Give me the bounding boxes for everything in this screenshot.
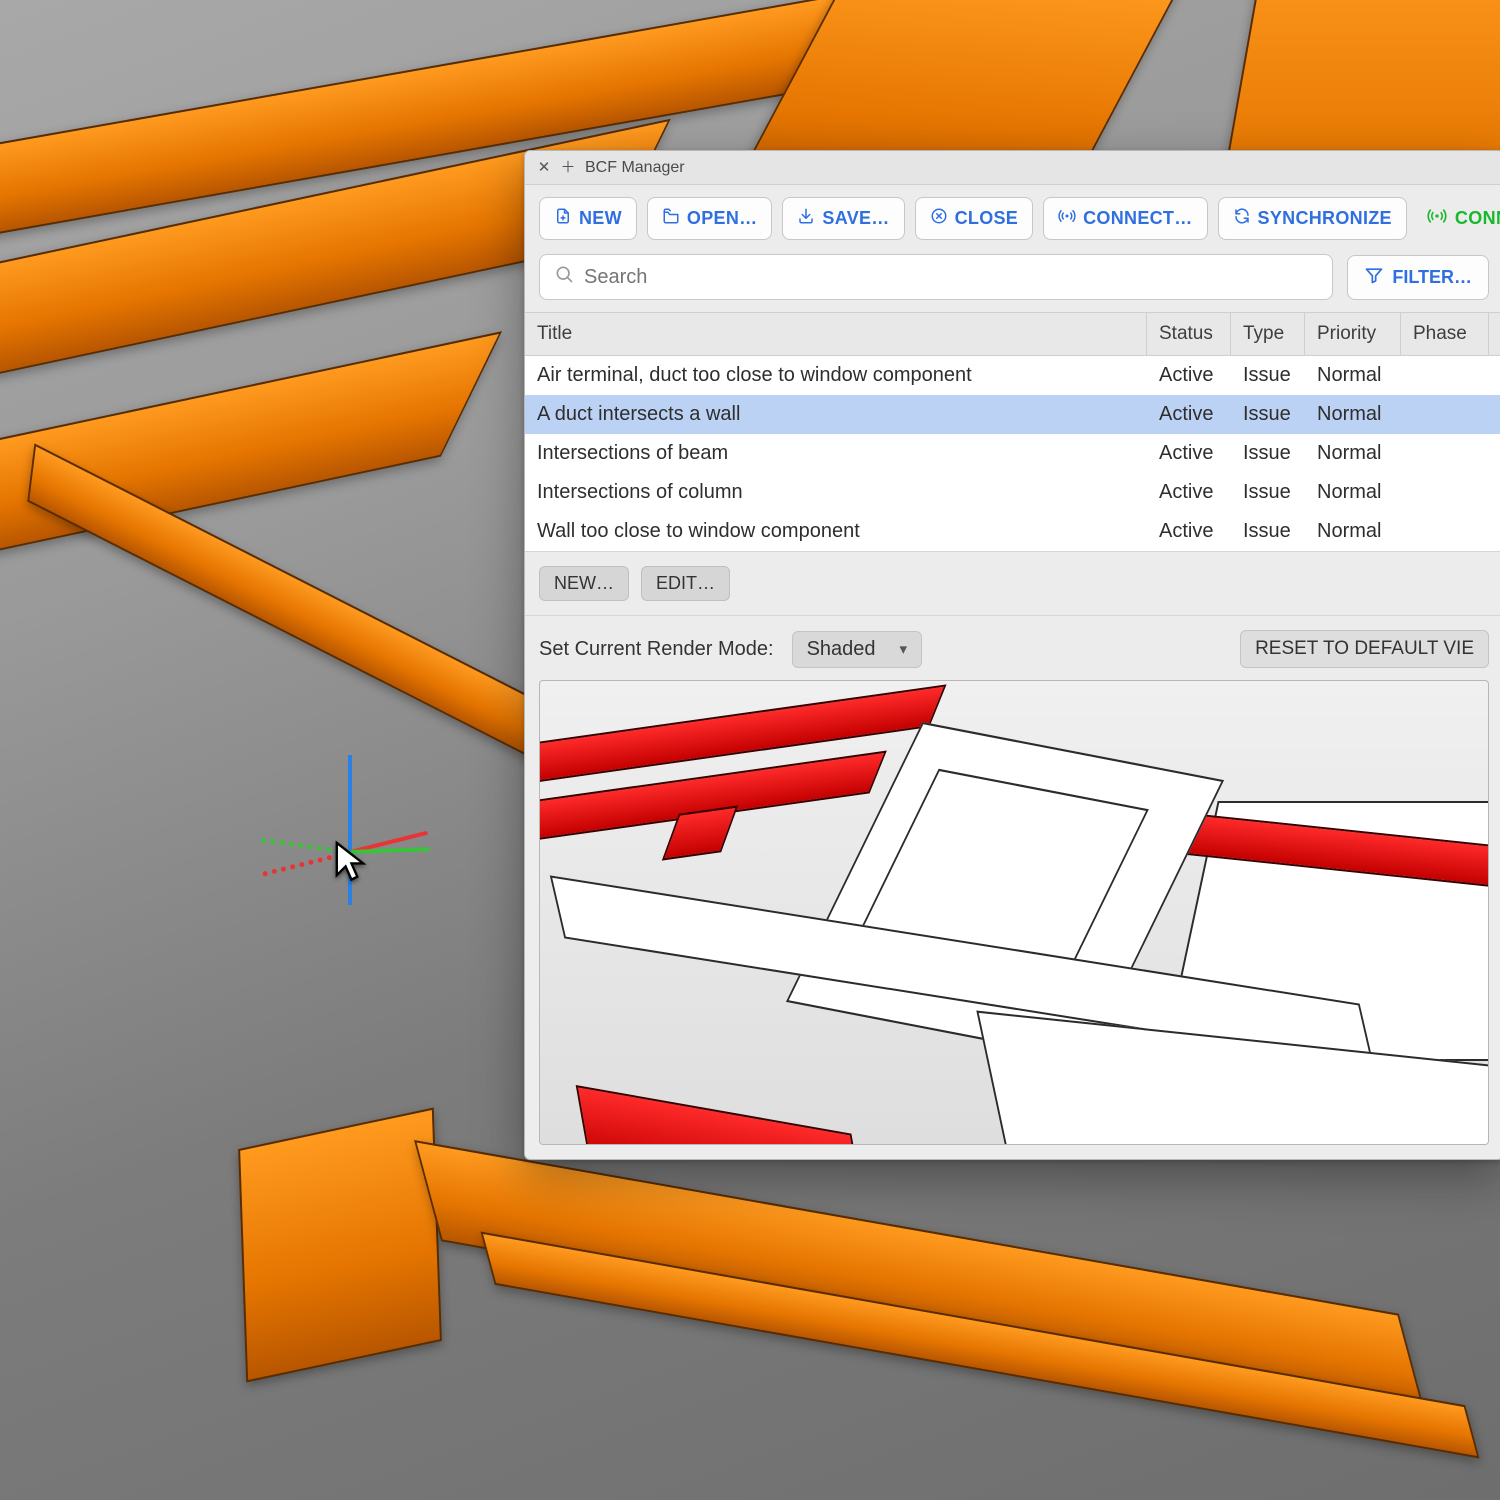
col-title[interactable]: Title bbox=[525, 313, 1147, 355]
col-phase[interactable]: Phase bbox=[1401, 313, 1489, 355]
table-row[interactable]: Intersections of beamActiveIssueNormal 20… bbox=[525, 434, 1500, 473]
search-field[interactable] bbox=[539, 254, 1333, 300]
connect-button[interactable]: CONNECT… bbox=[1043, 197, 1207, 240]
axis-gizmo[interactable] bbox=[280, 780, 420, 920]
connection-status-label: CONNECTED bbox=[1455, 208, 1500, 229]
col-type[interactable]: Type bbox=[1231, 313, 1305, 355]
table-row[interactable]: A duct intersects a wallActiveIssueNorma… bbox=[525, 395, 1500, 434]
close-button[interactable]: CLOSE bbox=[915, 197, 1034, 240]
window-titlebar[interactable]: ✕ ＋ BCF Manager bbox=[525, 151, 1500, 185]
cell-title: Intersections of column bbox=[525, 473, 1147, 512]
cell-priority: Normal bbox=[1305, 473, 1401, 512]
col-priority[interactable]: Priority bbox=[1305, 313, 1401, 355]
connect-button-label: CONNECT… bbox=[1083, 208, 1192, 229]
folder-open-icon bbox=[662, 207, 680, 230]
table-row[interactable]: Intersections of columnActiveIssueNormal… bbox=[525, 473, 1500, 512]
file-plus-icon bbox=[554, 207, 572, 230]
cell-phase bbox=[1401, 485, 1489, 501]
main-toolbar: NEW OPEN… SAVE… CLOSE bbox=[525, 185, 1500, 250]
connection-status: CONNECTED bbox=[1425, 197, 1500, 240]
save-button[interactable]: SAVE… bbox=[782, 197, 904, 240]
add-window-icon[interactable]: ＋ bbox=[561, 161, 575, 175]
render-mode-select[interactable]: Shaded ▾ bbox=[792, 631, 923, 668]
bcf-manager-window: ✕ ＋ BCF Manager NEW OPEN… SAVE… bbox=[524, 150, 1500, 1160]
broadcast-icon bbox=[1058, 207, 1076, 230]
cell-type: Issue bbox=[1231, 395, 1305, 434]
new-button-label: NEW bbox=[579, 208, 622, 229]
table-header: Title Status Type Priority Phase Creatio bbox=[525, 313, 1500, 356]
cell-type: Issue bbox=[1231, 434, 1305, 473]
cell-status: Active bbox=[1147, 434, 1231, 473]
cell-phase bbox=[1401, 407, 1489, 423]
new-button[interactable]: NEW bbox=[539, 197, 637, 240]
render-mode-label: Set Current Render Mode: bbox=[539, 638, 774, 661]
filter-button[interactable]: FILTER… bbox=[1347, 255, 1489, 300]
cell-type: Issue bbox=[1231, 473, 1305, 512]
filter-icon bbox=[1364, 265, 1384, 290]
edit-issue-button[interactable]: EDIT… bbox=[641, 566, 730, 601]
cell-creation: 2022- bbox=[1489, 356, 1500, 395]
synchronize-button[interactable]: SYNCHRONIZE bbox=[1218, 197, 1407, 240]
cell-type: Issue bbox=[1231, 512, 1305, 551]
save-button-label: SAVE… bbox=[822, 208, 889, 229]
cell-creation: 2022- bbox=[1489, 434, 1500, 473]
cell-priority: Normal bbox=[1305, 434, 1401, 473]
window-title: BCF Manager bbox=[585, 159, 685, 177]
open-button-label: OPEN… bbox=[687, 208, 758, 229]
table-row[interactable]: Air terminal, duct too close to window c… bbox=[525, 356, 1500, 395]
cell-title: A duct intersects a wall bbox=[525, 395, 1147, 434]
cell-phase bbox=[1401, 368, 1489, 384]
cell-title: Wall too close to window component bbox=[525, 512, 1147, 551]
cursor-icon bbox=[332, 840, 368, 889]
close-circle-icon bbox=[930, 207, 948, 230]
cell-status: Active bbox=[1147, 356, 1231, 395]
cell-creation: 2022- bbox=[1489, 473, 1500, 512]
search-icon bbox=[554, 264, 574, 290]
reset-view-button[interactable]: RESET TO DEFAULT VIE bbox=[1240, 630, 1489, 668]
search-input[interactable] bbox=[584, 266, 1318, 289]
cell-phase bbox=[1401, 524, 1489, 540]
issues-table: Title Status Type Priority Phase Creatio… bbox=[525, 313, 1500, 551]
cell-type: Issue bbox=[1231, 356, 1305, 395]
close-window-icon[interactable]: ✕ bbox=[537, 161, 551, 175]
cell-status: Active bbox=[1147, 395, 1231, 434]
issue-preview-viewport[interactable] bbox=[539, 680, 1489, 1145]
cell-phase bbox=[1401, 446, 1489, 462]
cell-priority: Normal bbox=[1305, 512, 1401, 551]
cell-creation: 2022- bbox=[1489, 395, 1500, 434]
cell-status: Active bbox=[1147, 473, 1231, 512]
close-button-label: CLOSE bbox=[955, 208, 1019, 229]
cell-priority: Normal bbox=[1305, 395, 1401, 434]
synchronize-button-label: SYNCHRONIZE bbox=[1258, 208, 1392, 229]
cell-title: Air terminal, duct too close to window c… bbox=[525, 356, 1147, 395]
broadcast-icon bbox=[1427, 206, 1447, 231]
chevron-down-icon: ▾ bbox=[900, 640, 908, 658]
sync-icon bbox=[1233, 207, 1251, 230]
cell-creation: 2022- bbox=[1489, 512, 1500, 551]
cell-title: Intersections of beam bbox=[525, 434, 1147, 473]
save-icon bbox=[797, 207, 815, 230]
cell-status: Active bbox=[1147, 512, 1231, 551]
table-row[interactable]: Wall too close to window componentActive… bbox=[525, 512, 1500, 551]
cell-priority: Normal bbox=[1305, 356, 1401, 395]
render-mode-value: Shaded bbox=[807, 638, 876, 661]
filter-button-label: FILTER… bbox=[1392, 267, 1472, 288]
open-button[interactable]: OPEN… bbox=[647, 197, 773, 240]
new-issue-button[interactable]: NEW… bbox=[539, 566, 629, 601]
col-status[interactable]: Status bbox=[1147, 313, 1231, 355]
col-creation[interactable]: Creatio bbox=[1489, 313, 1500, 355]
